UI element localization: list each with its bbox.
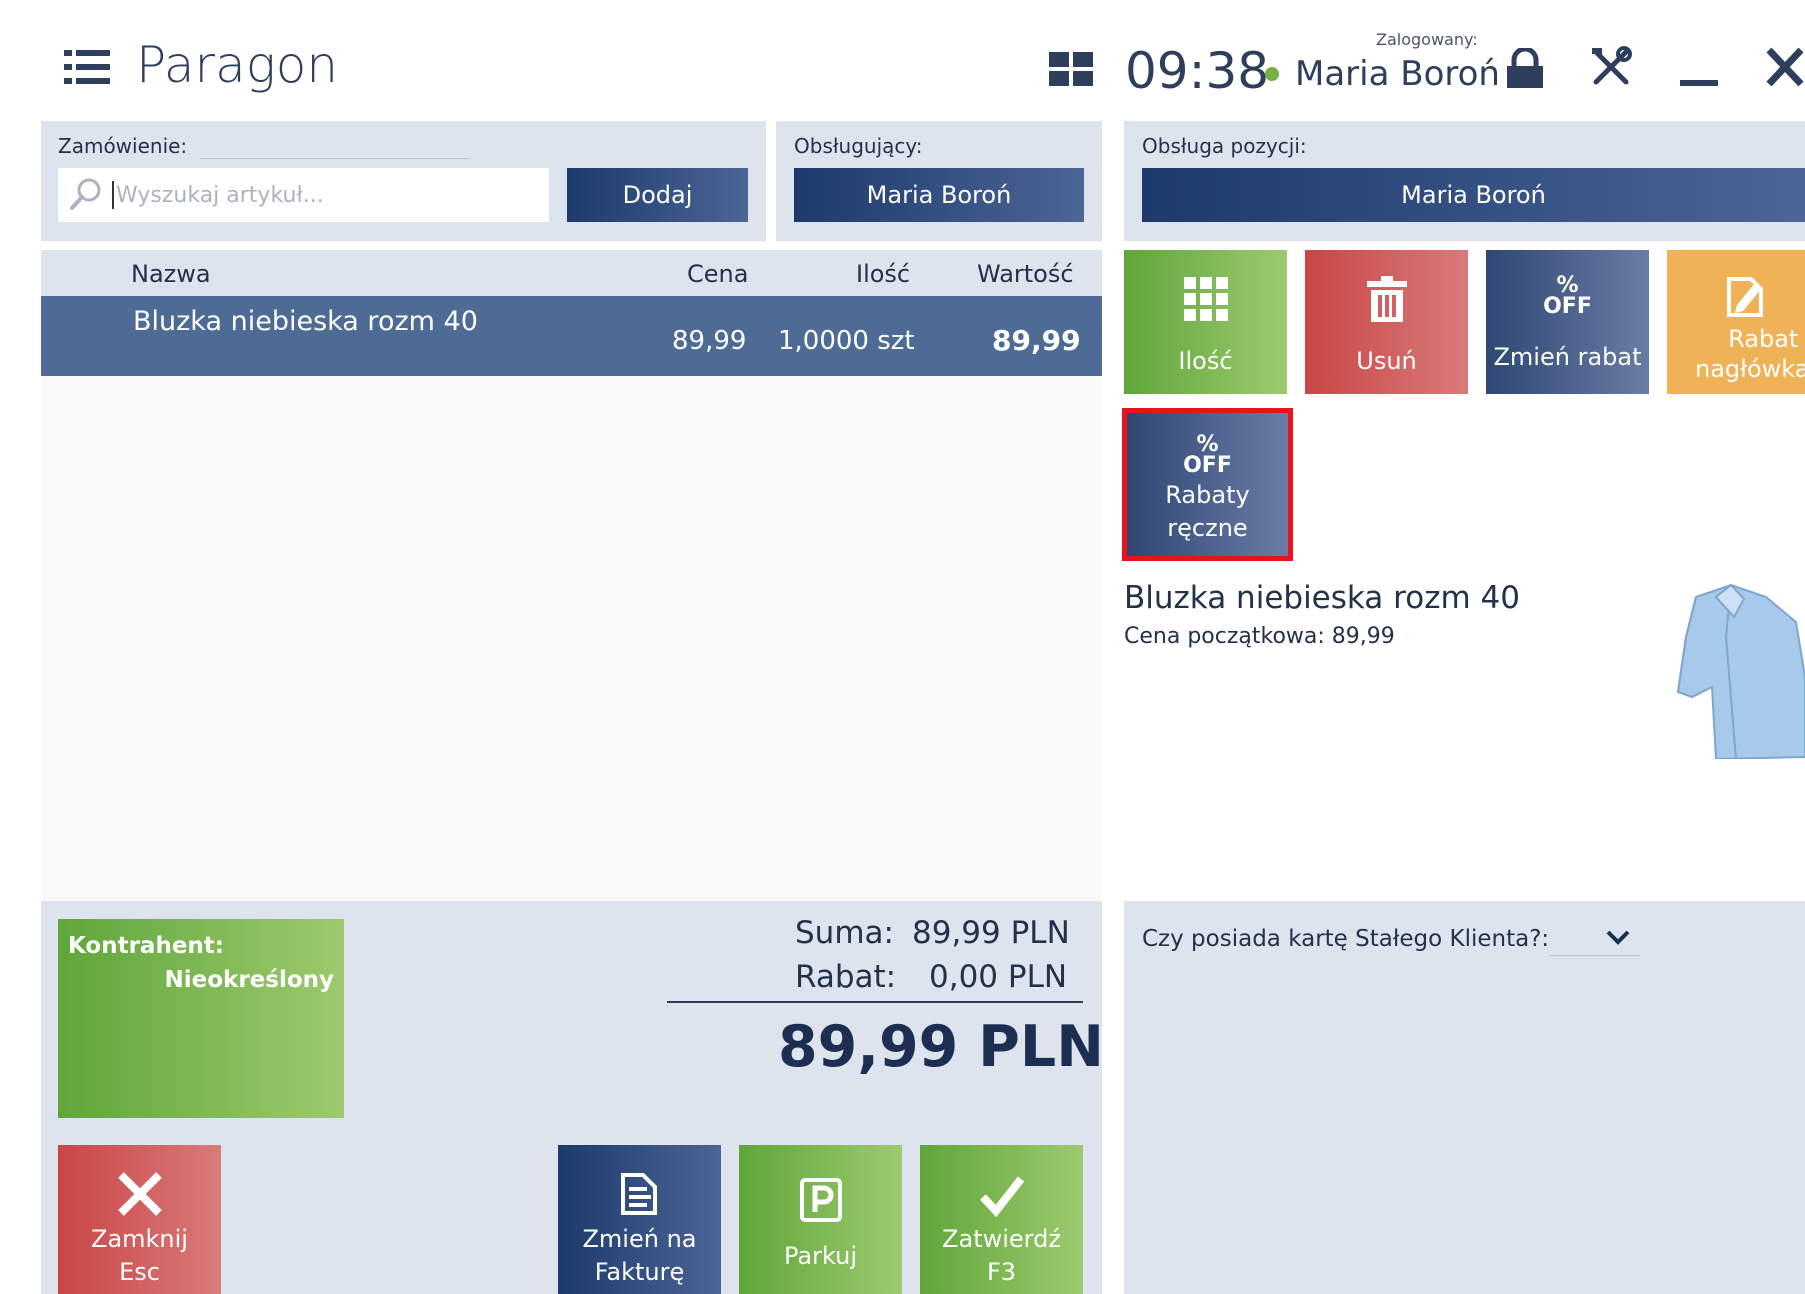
minimize-icon[interactable] (1680, 80, 1718, 86)
table-row[interactable]: Bluzka niebieska rozm 40 89,99 1,0000 sz… (41, 296, 1102, 376)
confirm-line1: Zatwierdź (942, 1225, 1061, 1254)
sum-value: 89,99 PLN (912, 915, 1070, 951)
item-service-label: Obsługa pozycji: (1142, 134, 1307, 158)
customer-tile[interactable]: Kontrahent: Nieokreślony (58, 919, 344, 1118)
invoice-line2: Fakturę (594, 1257, 685, 1286)
header-discount-label: Rabat nagłówka (1695, 324, 1805, 384)
customer-label: Kontrahent: (68, 933, 224, 959)
row-price: 89,99 (672, 326, 747, 356)
row-name: Bluzka niebieska rozm 40 (133, 306, 478, 337)
park-button[interactable]: Parkuj (739, 1145, 902, 1294)
document-icon (620, 1173, 657, 1216)
col-qty-header: Ilość (856, 260, 911, 288)
close-icon[interactable] (1765, 46, 1805, 88)
order-label: Zamówienie: (58, 134, 188, 158)
manual-discounts-line1: Rabaty (1165, 480, 1250, 509)
manual-discounts-button[interactable]: % OFF Rabaty ręczne (1127, 413, 1288, 556)
manual-discounts-line2: ręczne (1167, 514, 1248, 543)
qty-button[interactable]: Ilość (1124, 250, 1287, 394)
totals-divider (667, 1001, 1083, 1003)
table-body (41, 376, 1102, 901)
col-price-header: Cena (687, 260, 749, 288)
percent-off-icon: % OFF (1543, 273, 1592, 319)
edit-document-icon (1723, 272, 1767, 322)
keypad-icon (1183, 274, 1228, 324)
header-discount-line1: Rabat (1728, 325, 1799, 353)
park-label: Parkuj (783, 1241, 857, 1270)
cashier-select[interactable]: Maria Boroń (794, 168, 1084, 222)
trash-icon (1366, 274, 1407, 324)
logged-in-label: Zalogowany: (1376, 30, 1478, 49)
close-line2: Esc (119, 1257, 160, 1286)
close-line1: Zamknij (91, 1225, 188, 1254)
manual-discounts-label: Rabaty ręczne (1165, 479, 1249, 546)
delete-label: Usuń (1356, 347, 1417, 375)
change-discount-label: Zmień rabat (1493, 343, 1642, 371)
header-discount-line2: nagłówka (1695, 355, 1805, 383)
checkmark-icon (979, 1176, 1024, 1218)
cashier-label: Obsługujący: (794, 134, 923, 158)
close-button[interactable]: Zamknij Esc (58, 1145, 221, 1294)
row-qty: 1,0000 szt (778, 326, 915, 356)
grand-total: 89,99 PLN (778, 1014, 1104, 1080)
logged-user: Maria Boroń (1295, 54, 1500, 94)
loyalty-label: Czy posiada kartę Stałego Klienta?: (1142, 926, 1550, 952)
search-input[interactable] (114, 168, 549, 222)
change-discount-button[interactable]: % OFF Zmień rabat (1486, 250, 1649, 394)
row-value: 89,99 (992, 324, 1081, 357)
product-image (1676, 583, 1805, 759)
search-field[interactable] (58, 168, 549, 222)
tools-icon[interactable] (1590, 46, 1632, 88)
percent-off-icon-manual: % OFF (1183, 432, 1232, 478)
sum-label: Suma: (795, 915, 894, 951)
clock: 09:38 (1125, 42, 1270, 100)
product-name: Bluzka niebieska rozm 40 (1124, 580, 1520, 616)
lock-icon[interactable] (1505, 48, 1545, 90)
loyalty-select[interactable] (1550, 918, 1640, 956)
add-button[interactable]: Dodaj (567, 168, 748, 222)
header-discount-button[interactable]: Rabat nagłówka (1667, 250, 1805, 394)
tiles-view-icon[interactable] (1049, 52, 1093, 86)
invoice-line1: Zmień na (582, 1225, 697, 1254)
delete-button[interactable]: Usuń (1305, 250, 1468, 394)
x-icon (117, 1172, 162, 1217)
product-initial-price: Cena początkowa: 89,99 (1124, 624, 1395, 649)
parking-icon (799, 1177, 842, 1222)
col-name-header: Nazwa (131, 260, 211, 288)
col-value-header: Wartość (977, 260, 1074, 288)
chevron-down-icon (1606, 930, 1630, 945)
discount-label: Rabat: (795, 959, 897, 995)
discount-value: 0,00 PLN (929, 959, 1068, 995)
order-underline (200, 158, 470, 159)
item-service-select[interactable]: Maria Boroń (1142, 168, 1805, 222)
search-icon (70, 178, 101, 210)
status-dot (1265, 67, 1279, 81)
loyalty-panel (1124, 901, 1805, 1294)
qty-label: Ilość (1178, 347, 1233, 375)
confirm-button[interactable]: Zatwierdź F3 (920, 1145, 1083, 1294)
confirm-line2: F3 (986, 1257, 1017, 1286)
menu-icon[interactable] (64, 50, 110, 86)
invoice-button[interactable]: Zmień na Fakturę (558, 1145, 721, 1294)
page-title: Paragon (136, 36, 339, 94)
customer-value: Nieokreślony (164, 967, 334, 993)
